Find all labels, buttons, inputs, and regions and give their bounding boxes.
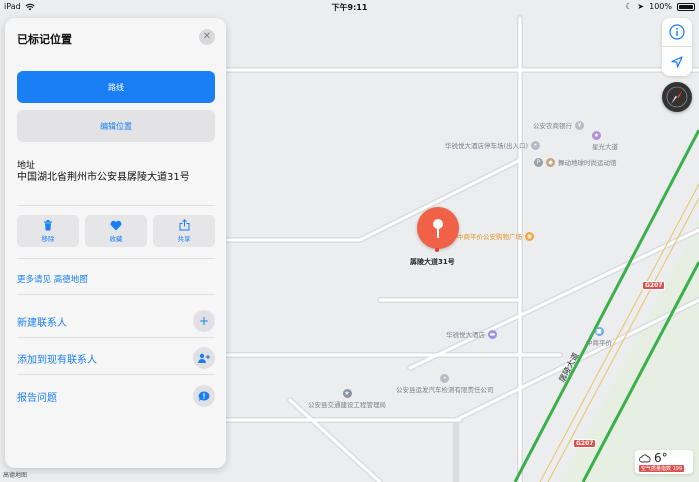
divider: [17, 205, 215, 206]
poi-shopping-plaza[interactable]: 中商平价公安购物广场 ◉: [457, 231, 534, 241]
poi-label: 华锐悦大酒店: [446, 331, 485, 339]
address-label: 地址: [17, 161, 36, 171]
compass-button[interactable]: [662, 82, 692, 112]
favorite-label: 收藏: [109, 234, 123, 243]
locate-button[interactable]: [662, 48, 692, 76]
close-button[interactable]: ✕: [199, 29, 215, 45]
route-button[interactable]: 路线: [17, 71, 215, 103]
new-contact-row[interactable]: 新建联系人 +: [17, 310, 215, 332]
plus-icon: +: [193, 310, 215, 332]
add-to-contact-label: 添加到现有联系人: [17, 354, 97, 366]
report-issue-label: 报告问题: [17, 392, 57, 404]
divider: [17, 294, 215, 295]
share-icon: [179, 219, 189, 231]
battery-icon: [677, 2, 695, 11]
divider: [17, 337, 215, 338]
poi-star-avenue[interactable]: ★ 星光大道: [592, 131, 618, 151]
hotel-icon: ▬: [488, 329, 497, 339]
aqi-badge: 空气质量指数 199: [639, 465, 685, 472]
poi-traffic-bureau[interactable]: ★ 公安县交通建设工程管理局: [308, 389, 386, 409]
place-card: 已标记位置 ✕ 路线 编辑位置 地址 中国湖北省荆州市公安县孱陵大道31号 移除…: [5, 18, 226, 468]
company-icon: •: [440, 374, 450, 383]
poi-supermarket[interactable]: ■ 中商平价: [586, 327, 612, 347]
battery-percent: 100%: [649, 2, 672, 11]
info-button[interactable]: [662, 18, 692, 46]
pin-label: 孱陵大道31号: [410, 258, 455, 266]
map-controls: [662, 18, 692, 76]
poi-sports-hall[interactable]: P ◆ 舞动地球时尚运动馆: [534, 157, 617, 167]
poi-label: 公安农商银行: [533, 122, 572, 130]
poi-label: 中商平价公安购物广场: [457, 233, 522, 241]
pin-stem: [437, 228, 439, 238]
poi-label: 星光大道: [592, 143, 618, 151]
info-icon: [669, 24, 685, 40]
bus-icon: ■: [594, 327, 604, 336]
poi-vehicle-inspection[interactable]: • 公安县运发汽车检测有限责任公司: [396, 374, 494, 394]
divider: [17, 258, 215, 259]
action-bar: 移除 收藏 共享: [17, 215, 215, 247]
location-pin[interactable]: [417, 207, 459, 249]
moon-icon: ☾: [625, 2, 633, 11]
highway-shield: G207: [573, 439, 597, 448]
status-time: 下午9:11: [331, 3, 368, 12]
poi-hotel-parking[interactable]: 华锐悦大酒店停车场(出入口) •: [445, 140, 541, 150]
add-contact-icon: [193, 347, 215, 369]
poi-label: 华锐悦大酒店停车场(出入口): [445, 142, 529, 150]
government-icon: ★: [342, 389, 352, 398]
parking-icon: P: [534, 157, 543, 167]
sports-icon: ◆: [546, 157, 555, 167]
divider: [17, 374, 215, 375]
bank-icon: ¥: [575, 120, 584, 130]
share-label: 共享: [177, 235, 191, 243]
remove-button[interactable]: 移除: [17, 215, 79, 247]
temperature: 6°: [654, 451, 668, 465]
report-bubble-icon: [193, 385, 215, 407]
weather-widget[interactable]: 6° 空气质量指数 199: [635, 450, 693, 474]
poi-label: 公安县交通建设工程管理局: [308, 401, 386, 409]
report-issue-row[interactable]: 报告问题: [17, 385, 215, 407]
pin-anchor: [435, 248, 439, 252]
remove-label: 移除: [41, 234, 55, 243]
compass-icon: [666, 86, 688, 108]
location-arrow-icon: [671, 56, 683, 68]
star-icon: ★: [592, 131, 601, 140]
location-arrow-icon: ➤: [637, 2, 645, 11]
status-bar: iPad 下午9:11 ☾ ➤ 100%: [0, 0, 699, 14]
favorite-button[interactable]: 收藏: [85, 215, 147, 247]
poi-hotel[interactable]: 华锐悦大酒店 ▬: [446, 329, 497, 339]
poi-label: 中商平价: [586, 339, 612, 347]
trash-icon: [44, 219, 52, 230]
poi-label: 公安县运发汽车检测有限责任公司: [396, 386, 494, 394]
map-attribution: 高德地图: [3, 472, 28, 479]
shopping-icon: ◉: [525, 231, 534, 241]
add-to-contact-row[interactable]: 添加到现有联系人: [17, 347, 215, 369]
highway-shield: G207: [642, 281, 666, 290]
cloud-icon: [639, 454, 651, 462]
more-info-link[interactable]: 更多请见 高德地图: [17, 273, 88, 285]
close-icon: ✕: [202, 31, 212, 42]
address-value: 中国湖北省荆州市公安县孱陵大道31号: [17, 172, 190, 183]
poi-label: 舞动地球时尚运动馆: [558, 159, 617, 167]
poi-bank[interactable]: 公安农商银行 ¥: [533, 120, 584, 130]
edit-location-button[interactable]: 编辑位置: [17, 110, 215, 142]
panel-title: 已标记位置: [17, 33, 72, 46]
share-button[interactable]: 共享: [153, 215, 215, 247]
heart-icon: [110, 220, 122, 230]
new-contact-label: 新建联系人: [17, 317, 67, 329]
parking-entrance-icon: •: [531, 140, 541, 150]
